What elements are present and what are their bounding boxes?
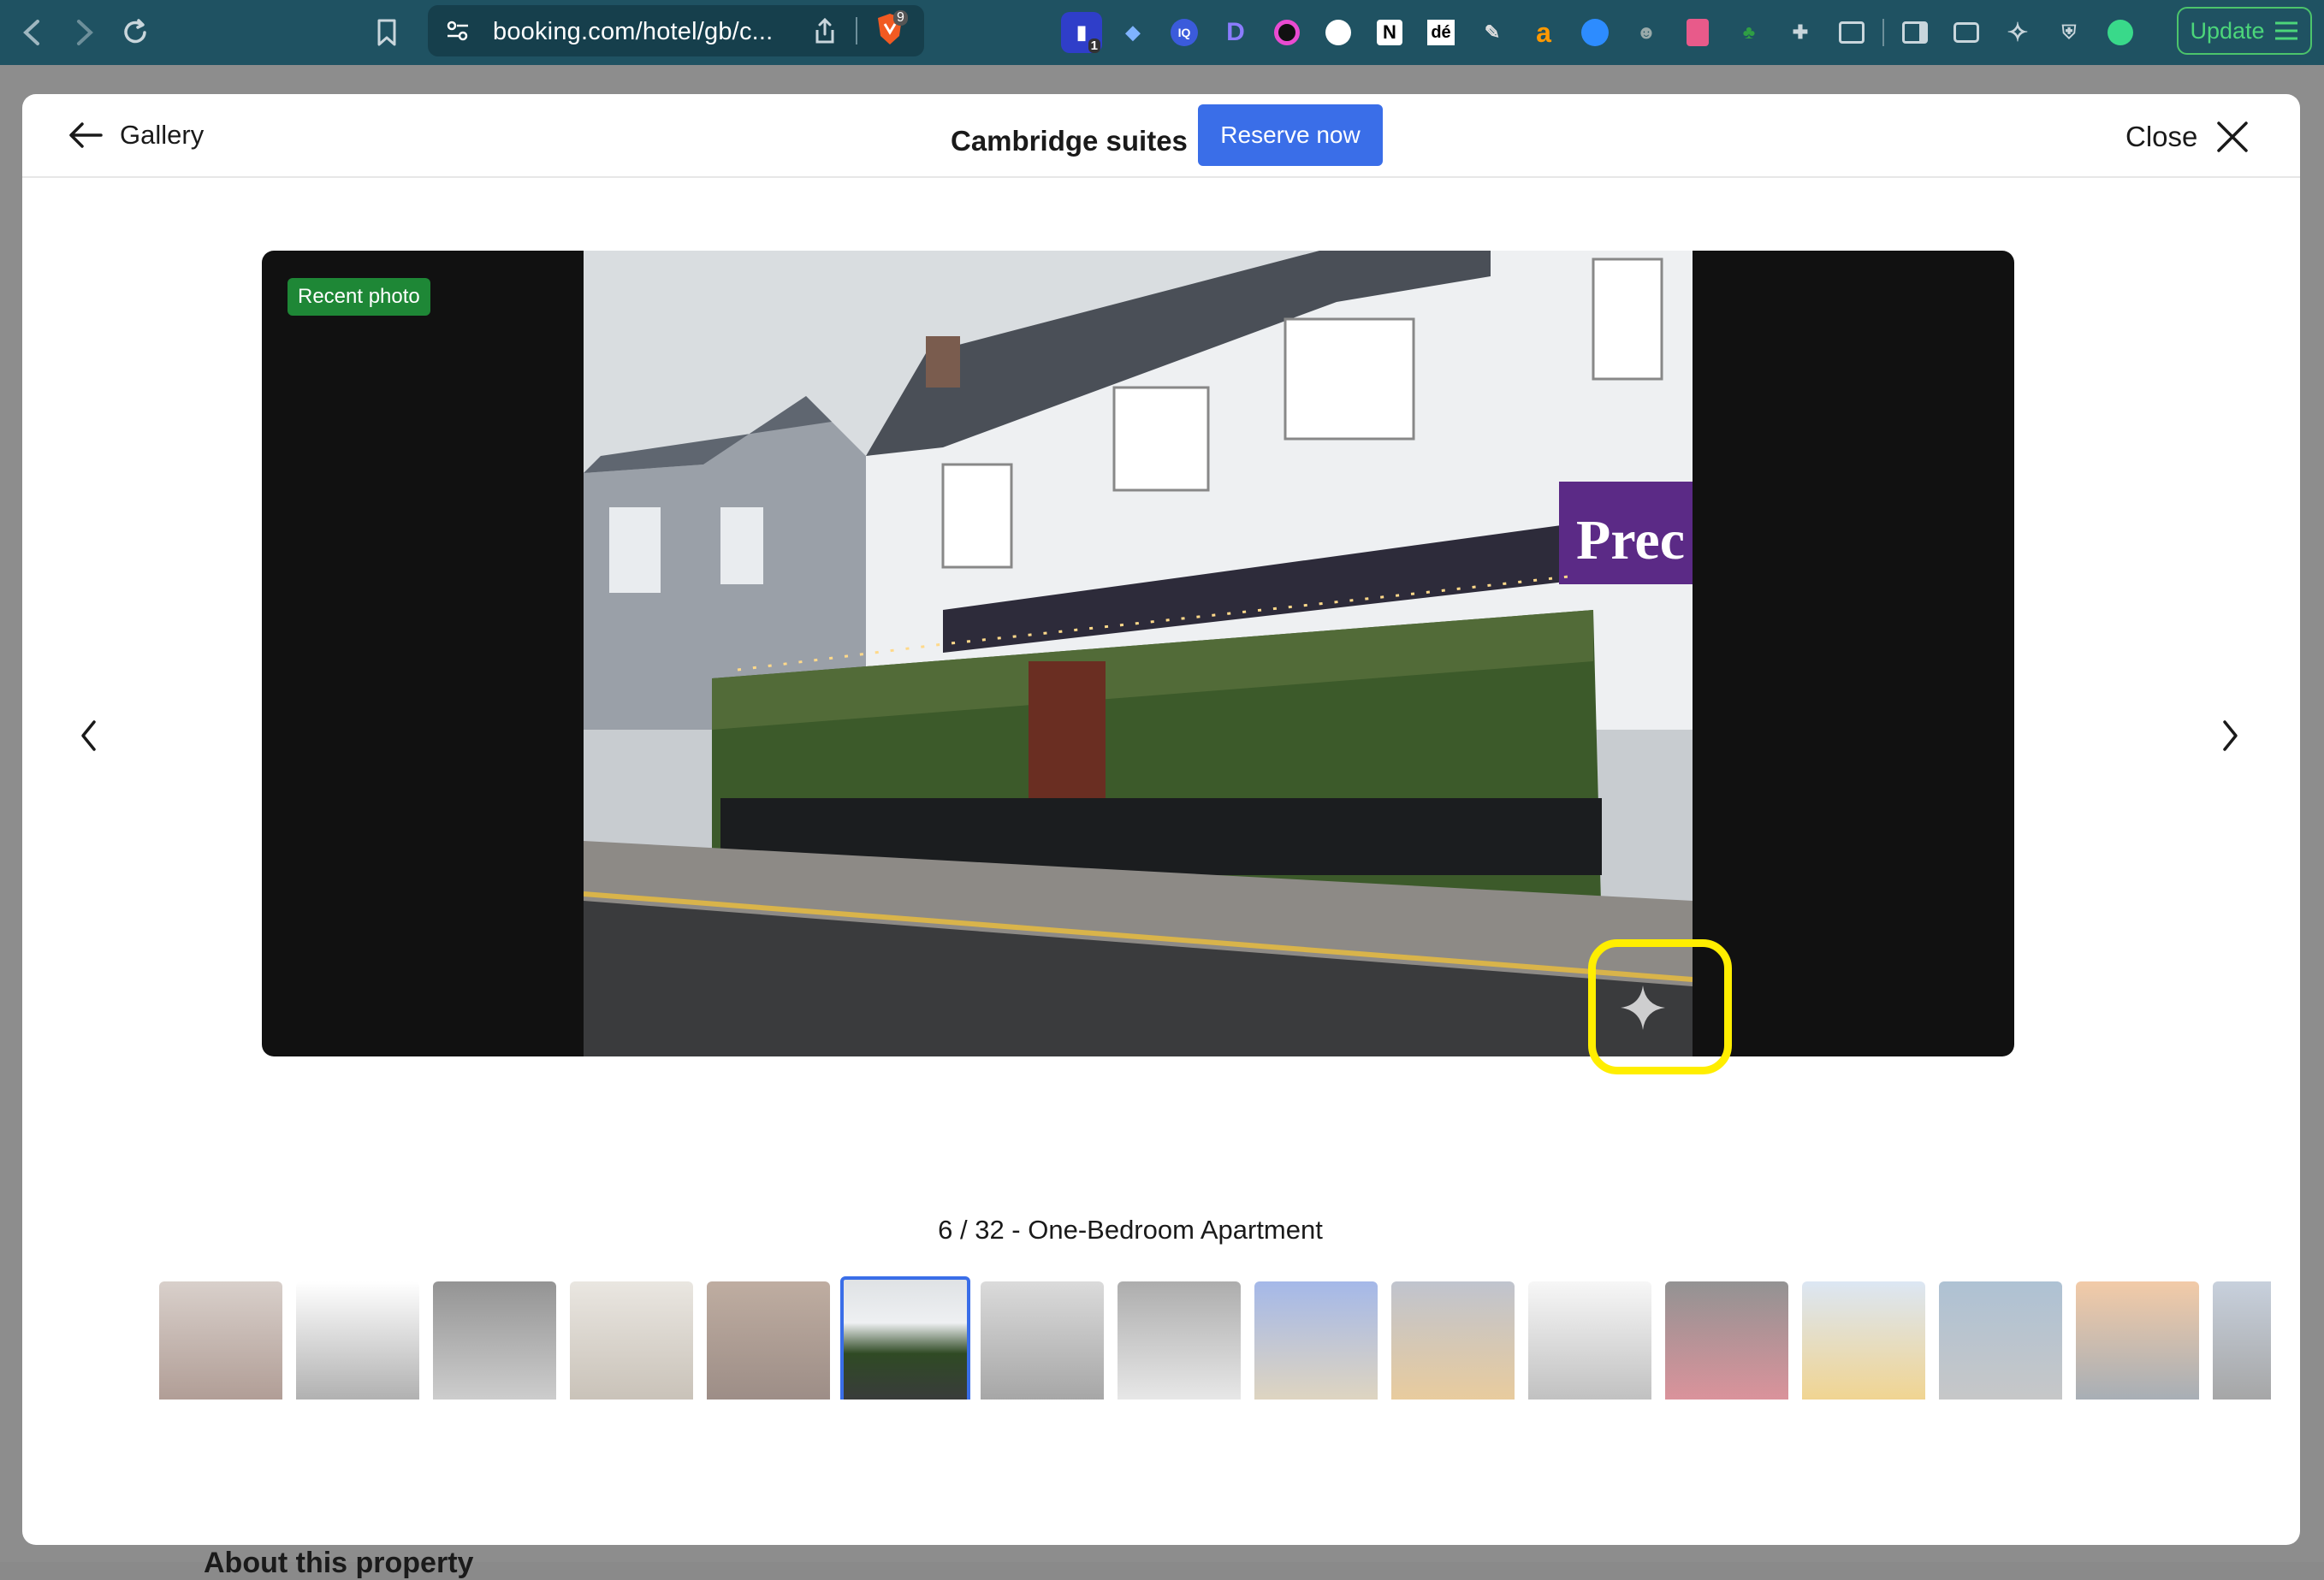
thumbnail[interactable]: [296, 1281, 419, 1400]
extensions-bar: ▮ 1 ◆ IQ D N dé ✎ a ☻ ♣ ✚ ✧ ⛨: [1061, 12, 2141, 53]
url-text[interactable]: booking.com/hotel/gb/c...: [493, 18, 773, 46]
thumbnail[interactable]: [2213, 1281, 2271, 1400]
photo-viewer: Prec Recent photo: [262, 251, 2014, 1056]
thumbnail[interactable]: [981, 1281, 1104, 1400]
wallet-icon[interactable]: [1946, 12, 1987, 53]
thumbnail[interactable]: [1665, 1281, 1788, 1400]
close-label: Close: [2125, 121, 2198, 152]
thumbnail[interactable]: [2076, 1281, 2199, 1400]
divider: [856, 17, 857, 44]
extension-leaf-icon[interactable]: ♣: [1728, 12, 1770, 53]
chevron-left-icon: [23, 20, 39, 45]
extension-notion-icon[interactable]: N: [1369, 12, 1410, 53]
reload-icon: [124, 19, 146, 44]
extension-diamond-icon[interactable]: ◆: [1112, 12, 1153, 53]
bookmark-icon: [377, 19, 396, 46]
extension-d-icon[interactable]: D: [1215, 12, 1256, 53]
thumbnail[interactable]: [1254, 1281, 1378, 1400]
extension-1password-icon[interactable]: ▮ 1: [1061, 12, 1102, 53]
reserve-now-button[interactable]: Reserve now: [1198, 104, 1383, 166]
extension-iq-icon[interactable]: IQ: [1164, 12, 1205, 53]
extension-amazon-icon[interactable]: a: [1523, 12, 1564, 53]
modal-header: Gallery Cambridge suites Reserve now Clo…: [22, 94, 2300, 178]
thumbnail[interactable]: [570, 1281, 693, 1400]
thumbnail[interactable]: [707, 1281, 830, 1400]
update-label: Update: [2190, 17, 2265, 44]
close-icon: [2217, 121, 2249, 152]
thumbnail[interactable]: [1391, 1281, 1515, 1400]
gallery-modal: Gallery Cambridge suites Reserve now Clo…: [22, 94, 2300, 1545]
thumbnail-active[interactable]: [840, 1276, 970, 1400]
update-button[interactable]: Update: [2177, 7, 2312, 55]
bookmark-button[interactable]: [368, 14, 406, 51]
back-nav-button[interactable]: [14, 14, 51, 51]
brave-shield-button[interactable]: 9: [874, 10, 909, 50]
close-gallery-button[interactable]: Close: [2125, 115, 2249, 159]
reload-button[interactable]: [116, 14, 154, 51]
extension-badge: 1: [1088, 38, 1100, 53]
vpn-shield-icon[interactable]: ⛨: [2048, 12, 2090, 53]
share-icon[interactable]: [813, 17, 837, 44]
extension-link-icon[interactable]: [1574, 12, 1616, 53]
photo-caption-text: 6 / 32 - One-Bedroom Apartment: [938, 1215, 1323, 1245]
site-settings-icon[interactable]: [445, 19, 471, 43]
shield-count-badge: 9: [893, 10, 908, 26]
thumbnail[interactable]: [1939, 1281, 2062, 1400]
address-bar[interactable]: booking.com/hotel/gb/c... 9: [428, 5, 924, 56]
sparkle-highlight: [1588, 939, 1732, 1074]
back-label: Gallery: [120, 120, 205, 150]
sidebar-toggle-icon[interactable]: [1894, 12, 1936, 53]
chevron-right-icon: [2223, 720, 2238, 751]
thumbnail[interactable]: [433, 1281, 556, 1400]
photo-caption: 6 / 32 - One-Bedroom Apartment: [22, 1215, 2300, 1246]
thumbnail[interactable]: [1118, 1281, 1241, 1400]
browser-toolbar: booking.com/hotel/gb/c... 9 ▮ 1 ◆ IQ D N …: [0, 0, 2324, 65]
extension-color-wheel-icon[interactable]: [1266, 12, 1307, 53]
property-heading: About this property: [204, 1547, 474, 1579]
extension-de-icon[interactable]: dé: [1420, 12, 1461, 53]
recent-photo-badge: Recent photo: [288, 278, 430, 316]
next-photo-button[interactable]: [2209, 715, 2250, 756]
extension-eyedropper-icon[interactable]: ✎: [1472, 12, 1513, 53]
extension-search-window-icon[interactable]: [1831, 12, 1872, 53]
profile-icon[interactable]: [2100, 12, 2141, 53]
arrow-left-icon: [69, 122, 103, 148]
chevron-left-icon: [81, 720, 96, 751]
divider: [1882, 19, 1884, 46]
extension-mask-icon[interactable]: ☻: [1626, 12, 1667, 53]
previous-photo-button[interactable]: [68, 715, 110, 756]
chevron-right-icon: [77, 20, 93, 45]
extensions-puzzle-icon[interactable]: ✚: [1780, 12, 1821, 53]
menu-icon: [2274, 21, 2297, 40]
extension-card-icon[interactable]: [1677, 12, 1718, 53]
thumbnail[interactable]: [1802, 1281, 1925, 1400]
thumbnail[interactable]: [159, 1281, 282, 1400]
thumbnail[interactable]: [1528, 1281, 1651, 1400]
forward-nav-button[interactable]: [65, 14, 103, 51]
leo-ai-icon[interactable]: ✧: [1997, 12, 2038, 53]
property-title: Cambridge suites: [951, 125, 1188, 157]
photo-sign-text: Prec: [1576, 509, 1685, 571]
back-to-gallery-button[interactable]: Gallery: [67, 115, 204, 156]
hotel-exterior-photo: Prec: [584, 251, 1693, 1056]
extension-clock-icon[interactable]: [1318, 12, 1359, 53]
thumbnail-strip: [137, 1271, 2271, 1400]
